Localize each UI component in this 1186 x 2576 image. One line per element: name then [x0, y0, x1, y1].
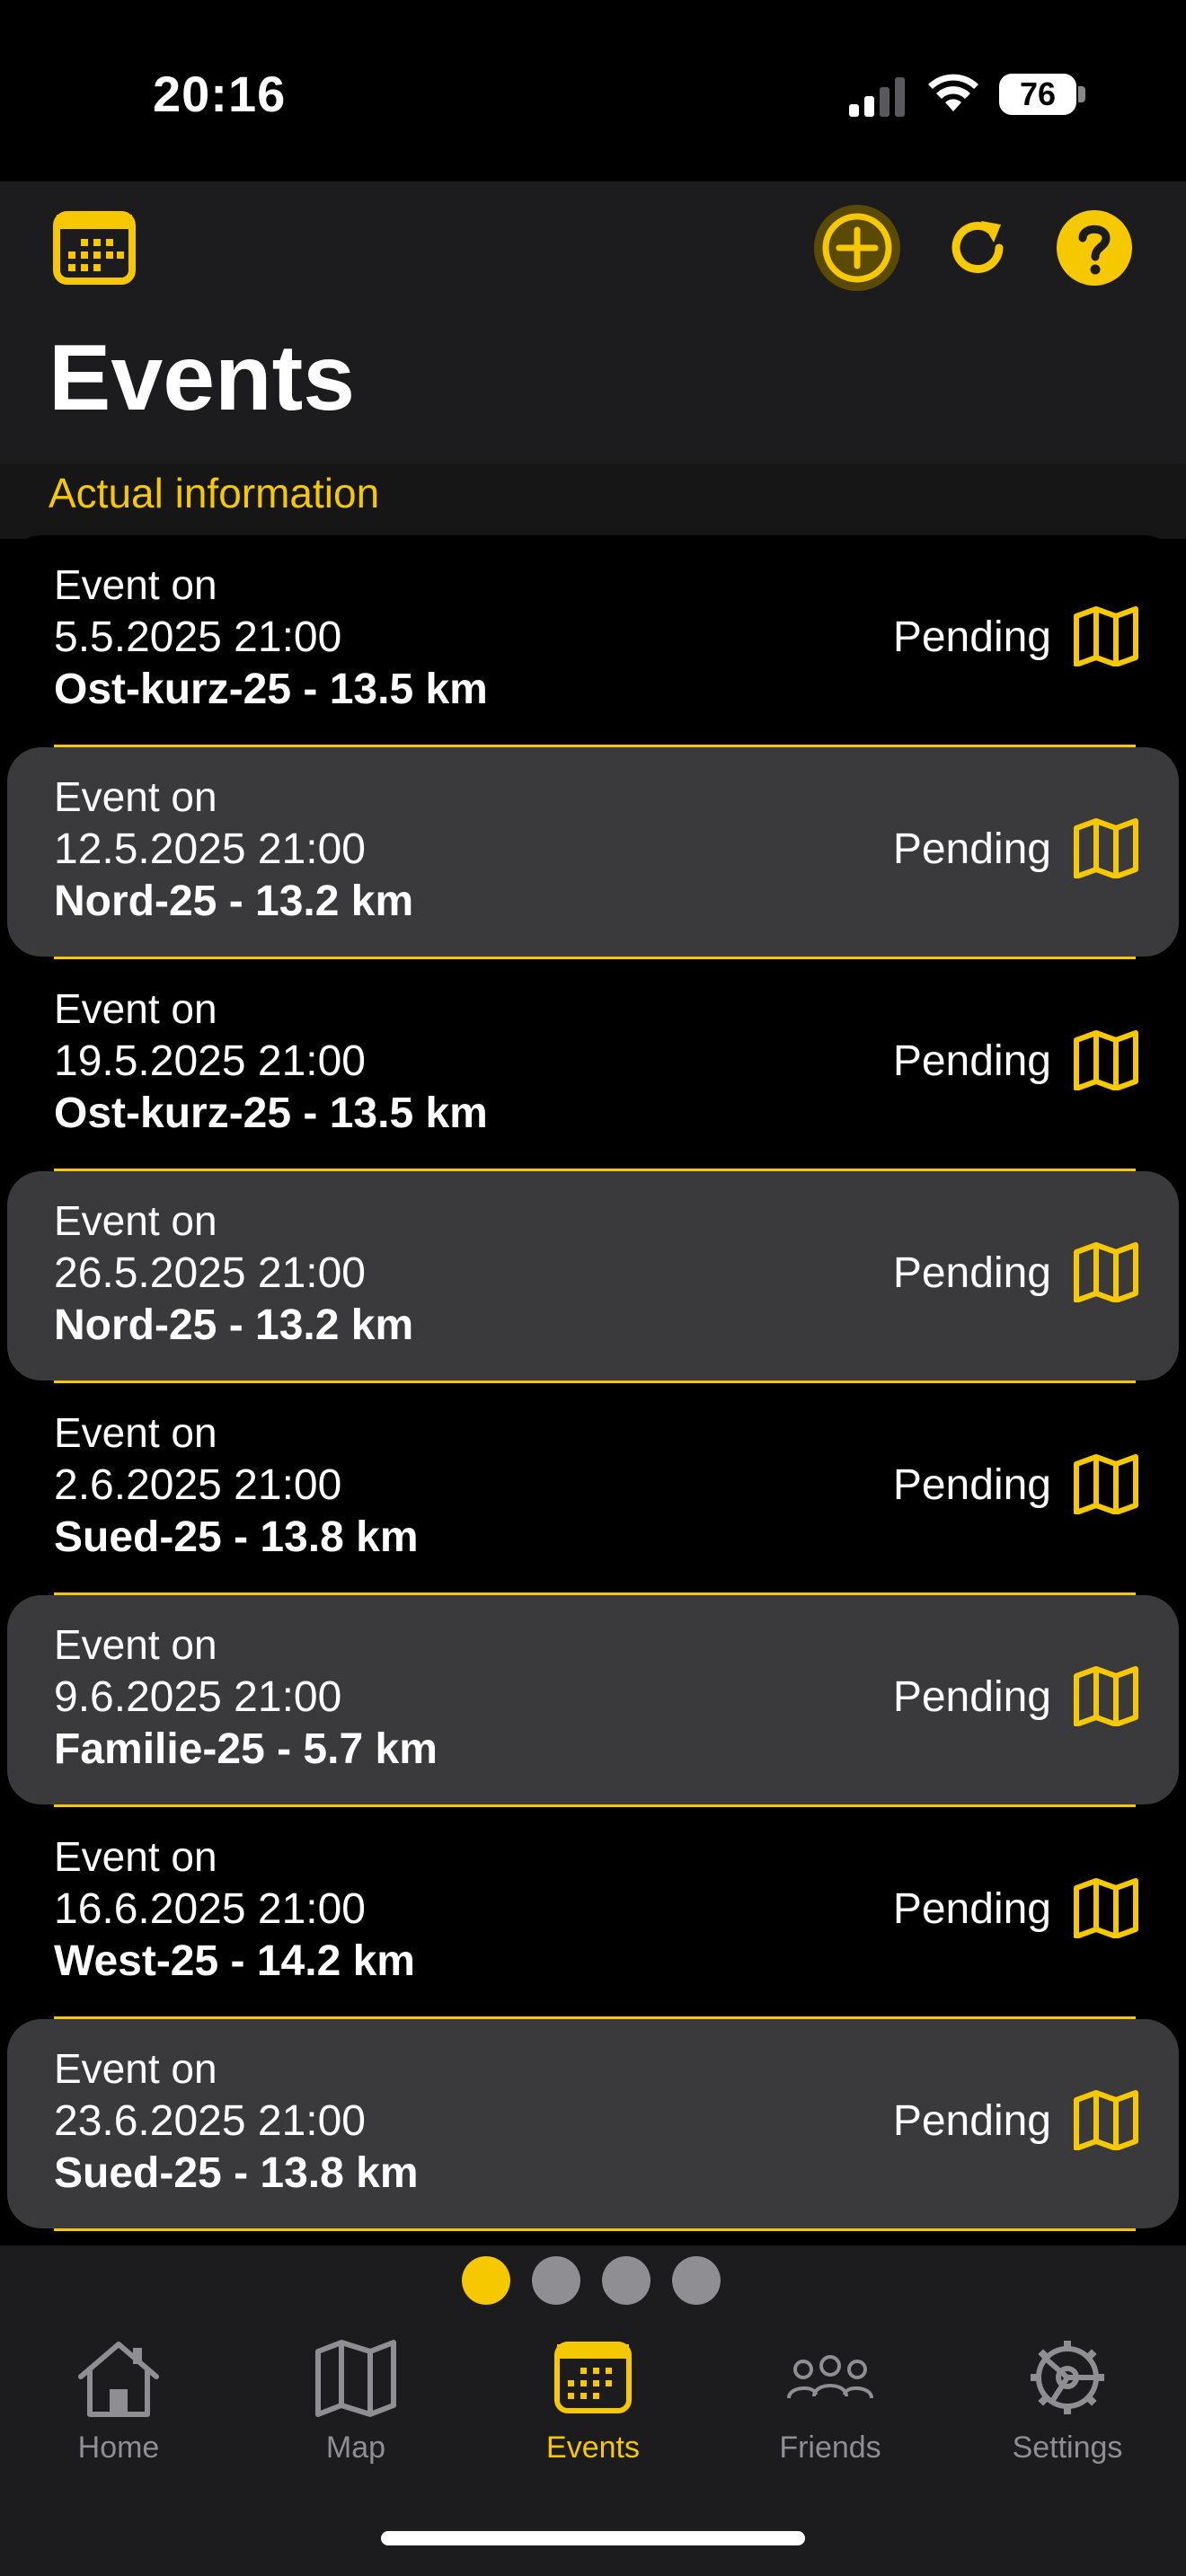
event-prefix: Event on	[54, 1409, 217, 1456]
page-dot[interactable]	[462, 2256, 510, 2305]
event-prefix: Event on	[54, 1621, 217, 1668]
event-prefix: Event on	[54, 561, 217, 608]
people-icon	[787, 2355, 873, 2399]
app-screen: 20:16 76 Events Actual information Event…	[0, 0, 1186, 2576]
map-icon[interactable]	[1073, 1877, 1139, 1939]
event-route: Ost-kurz-25 - 13.5 km	[54, 666, 488, 713]
event-datetime: 16.6.2025 21:00	[54, 1885, 366, 1933]
event-prefix: Event on	[54, 985, 217, 1032]
tab-map-label: Map	[325, 2430, 386, 2465]
tab-home[interactable]: Home	[0, 2326, 237, 2470]
event-prefix: Event on	[54, 773, 217, 820]
event-datetime: 5.5.2025 21:00	[54, 613, 342, 661]
event-row[interactable]: Event on 9.6.2025 21:00 Familie-25 - 5.7 k…	[7, 1595, 1179, 1804]
wifi-icon	[928, 74, 978, 111]
map-icon[interactable]	[1073, 1029, 1139, 1091]
status-bar: 20:16 76	[0, 0, 1186, 181]
event-status: Pending	[892, 825, 1051, 873]
event-datetime: 26.5.2025 21:00	[54, 1249, 366, 1297]
event-datetime: 19.5.2025 21:00	[54, 1037, 366, 1085]
battery-indicator: 76	[999, 74, 1085, 115]
tab-settings[interactable]: Settings	[949, 2326, 1186, 2470]
calendar-icon	[554, 2342, 632, 2413]
home-indicator[interactable]	[381, 2531, 805, 2545]
tab-settings-label: Settings	[1012, 2430, 1123, 2465]
event-route: Sued-25 - 13.8 km	[54, 1513, 419, 1561]
event-row[interactable]: Event on	[7, 2231, 1179, 2245]
event-status: Pending	[892, 1037, 1051, 1085]
event-list: Event on 5.5.2025 21:00 Ost-kurz-25 - 13.5…	[7, 535, 1179, 2245]
page-dot[interactable]	[672, 2256, 721, 2305]
calendar-button[interactable]	[52, 210, 137, 286]
event-row[interactable]: Event on 19.5.2025 21:00 Ost-kurz-25 - 13.…	[7, 959, 1179, 1169]
event-route: Sued-25 - 13.8 km	[54, 2149, 419, 2197]
tab-map[interactable]: Map	[237, 2326, 474, 2470]
tab-events[interactable]: Events	[474, 2326, 712, 2470]
map-icon[interactable]	[1073, 605, 1139, 667]
event-prefix: Event on	[54, 2045, 217, 2092]
page-title: Events	[49, 326, 356, 430]
map-icon[interactable]	[1073, 817, 1139, 879]
help-button[interactable]	[1053, 207, 1136, 289]
gear-icon	[1031, 2341, 1104, 2414]
map-icon	[315, 2340, 396, 2417]
tab-friends-label: Friends	[779, 2430, 881, 2465]
event-status: Pending	[892, 1673, 1051, 1721]
page-dot[interactable]	[602, 2256, 651, 2305]
house-icon	[78, 2342, 159, 2417]
map-icon[interactable]	[1073, 1665, 1139, 1727]
event-datetime: 9.6.2025 21:00	[54, 1673, 342, 1721]
refresh-icon	[951, 221, 1004, 273]
event-status: Pending	[892, 1249, 1051, 1297]
event-datetime: 2.6.2025 21:00	[54, 1461, 342, 1509]
event-row[interactable]: Event on 26.5.2025 21:00 Nord-25 - 13.2 km…	[7, 1171, 1179, 1381]
status-time: 20:16	[153, 66, 287, 122]
event-row[interactable]: Event on 23.6.2025 21:00 Sued-25 - 13.8 km…	[7, 2019, 1179, 2228]
map-icon[interactable]	[1073, 1453, 1139, 1515]
tab-events-label: Events	[546, 2430, 640, 2465]
event-route: Ost-kurz-25 - 13.5 km	[54, 1090, 488, 1137]
page-dot[interactable]	[532, 2256, 580, 2305]
event-route: Nord-25 - 13.2 km	[54, 1301, 414, 1349]
battery-level: 76	[1019, 75, 1057, 112]
cellular-signal-icon	[849, 77, 905, 117]
page-indicator[interactable]	[0, 2256, 1186, 2305]
tab-home-label: Home	[77, 2430, 160, 2465]
event-status: Pending	[892, 1885, 1051, 1933]
map-icon[interactable]	[1073, 1241, 1139, 1303]
tab-friends[interactable]: Friends	[712, 2326, 949, 2470]
event-prefix: Event on	[54, 1197, 217, 1244]
add-event-button[interactable]	[814, 205, 900, 291]
event-status: Pending	[892, 1461, 1051, 1509]
question-circle-icon	[1057, 210, 1132, 286]
calendar-icon	[53, 211, 136, 285]
map-icon[interactable]	[1073, 2089, 1139, 2151]
section-header: Actual information	[49, 470, 380, 516]
event-status: Pending	[892, 2097, 1051, 2145]
event-row[interactable]: Event on 16.6.2025 21:00 West-25 - 14.2 km…	[7, 1807, 1179, 2016]
event-prefix: Event on	[54, 1833, 217, 1880]
event-route: Familie-25 - 5.7 km	[54, 1725, 438, 1773]
event-route: Nord-25 - 13.2 km	[54, 878, 414, 925]
event-datetime: 23.6.2025 21:00	[54, 2097, 366, 2145]
refresh-button[interactable]	[940, 205, 1015, 291]
event-datetime: 12.5.2025 21:00	[54, 825, 366, 873]
event-row[interactable]: Event on 2.6.2025 21:00 Sued-25 - 13.8 km P…	[7, 1383, 1179, 1592]
event-status: Pending	[892, 613, 1051, 661]
event-row[interactable]: Event on 5.5.2025 21:00 Ost-kurz-25 - 13.5…	[7, 535, 1179, 745]
plus-circle-icon	[822, 213, 892, 283]
event-route: West-25 - 14.2 km	[54, 1937, 415, 1985]
event-row[interactable]: Event on 12.5.2025 21:00 Nord-25 - 13.2 km…	[7, 747, 1179, 957]
